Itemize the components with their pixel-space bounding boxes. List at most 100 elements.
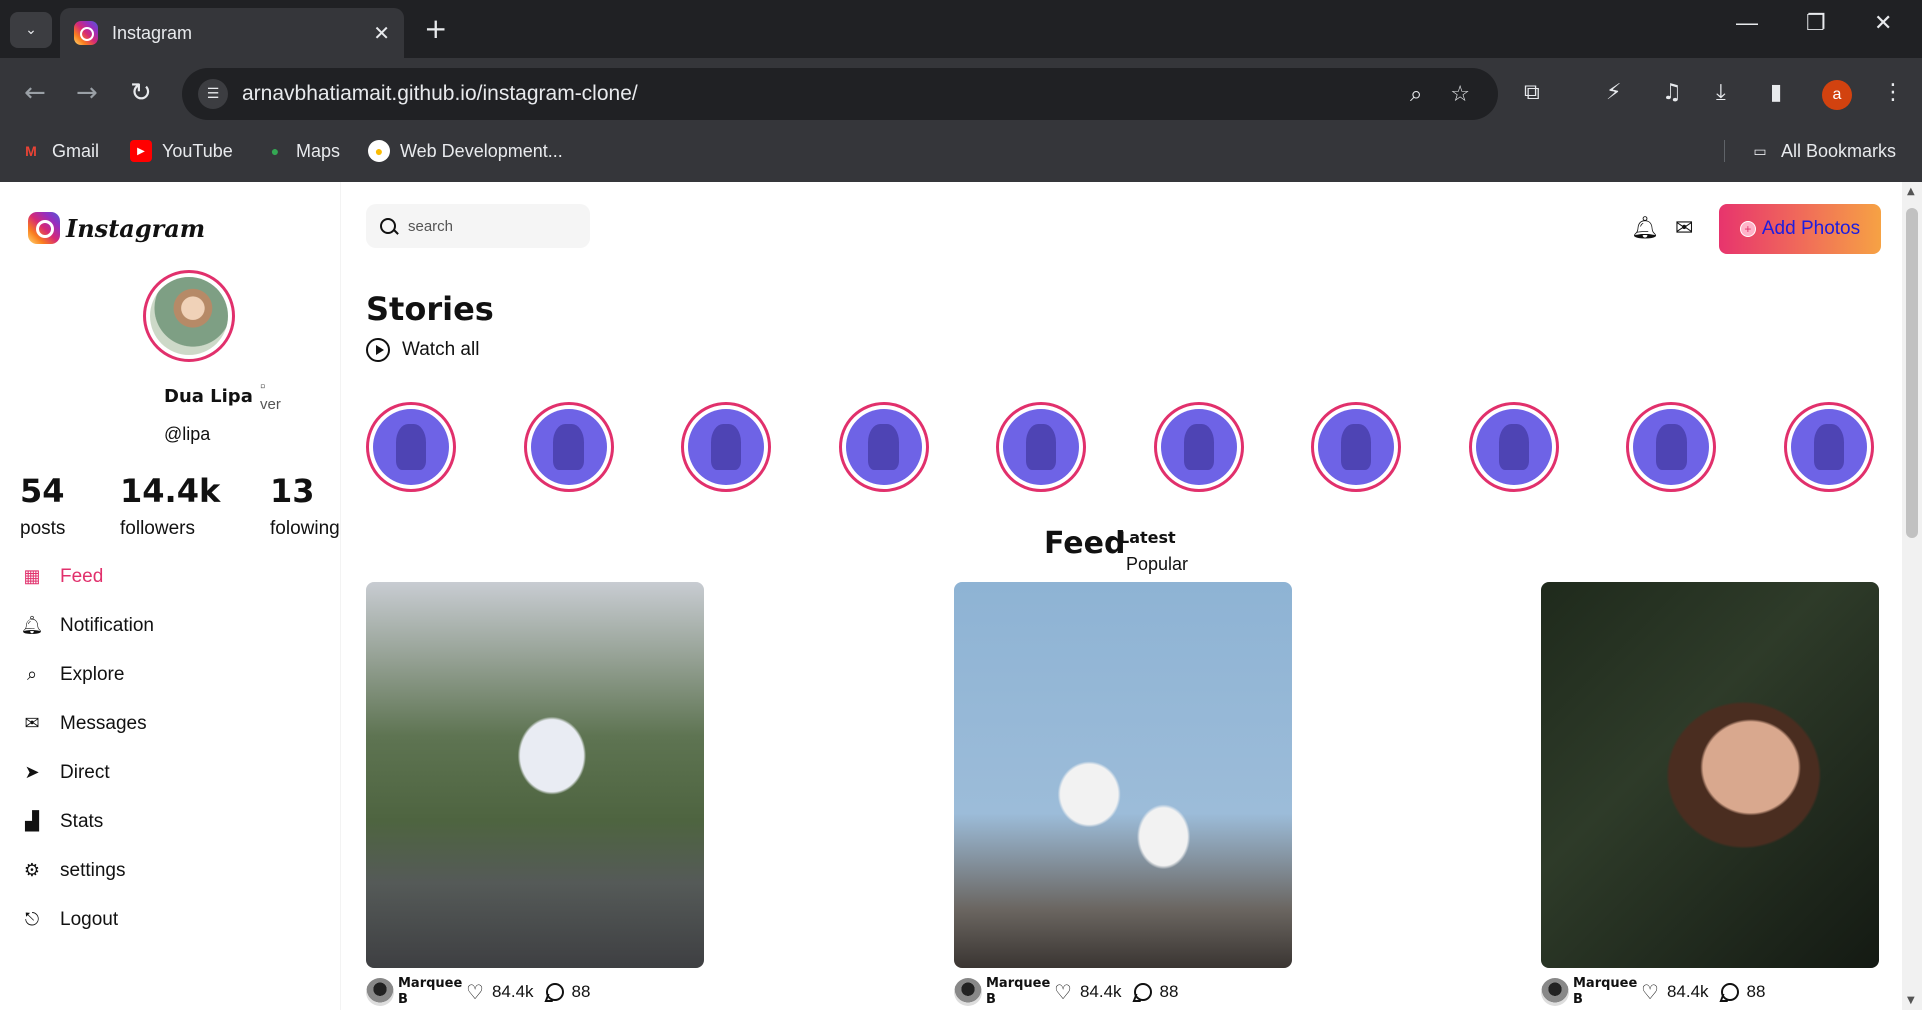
search-input[interactable] <box>408 217 578 235</box>
heart-icon[interactable]: ♡ <box>1054 980 1072 1004</box>
chevron-down-icon: ⌄ <box>25 22 37 38</box>
post-image[interactable] <box>366 582 704 968</box>
download-icon[interactable]: ⤓ <box>1716 80 1726 105</box>
search-box[interactable] <box>366 204 590 248</box>
scroll-thumb[interactable] <box>1906 208 1918 538</box>
bookmark-youtube[interactable]: ▶ YouTube <box>130 140 233 162</box>
bookmark-gmail[interactable]: M Gmail <box>20 140 99 162</box>
avatar[interactable] <box>366 978 394 1006</box>
comment-icon[interactable] <box>1720 983 1739 1001</box>
minimize-button[interactable]: — <box>1736 10 1758 36</box>
story-avatar[interactable] <box>1626 402 1717 492</box>
watch-all-label: Watch all <box>402 339 480 360</box>
story-avatar[interactable] <box>996 402 1087 492</box>
sidebar-item-notification[interactable]: 🔔︎ Notification <box>20 601 154 650</box>
comment-icon[interactable] <box>1133 983 1152 1001</box>
logout-icon: ⎋ <box>24 909 40 929</box>
feed-post[interactable]: Marquee B ♡ 84.4k 88 <box>366 582 704 1008</box>
close-window-button[interactable]: ✕ <box>1874 10 1892 36</box>
profile-photo <box>150 277 228 355</box>
tab-close-icon[interactable]: ✕ <box>373 21 390 45</box>
stories-title: Stories <box>366 290 494 328</box>
tab-search-button[interactable]: ⌄ <box>10 12 52 48</box>
story-photo <box>845 409 922 485</box>
stat-posts: 54 posts <box>20 472 65 540</box>
sidebar-item-stats[interactable]: ▟ Stats <box>20 797 154 846</box>
story-avatar[interactable] <box>681 402 772 492</box>
story-photo <box>530 409 607 485</box>
post-author[interactable]: Marquee B <box>986 976 1056 1008</box>
story-avatar[interactable] <box>523 402 614 492</box>
stat-label: posts <box>20 518 66 539</box>
extensions-icon[interactable]: ⧉ <box>1524 80 1540 105</box>
avatar[interactable] <box>1541 978 1569 1006</box>
story-avatar[interactable] <box>1783 402 1874 492</box>
bookmark-web-development[interactable]: ● Web Development... <box>368 140 563 162</box>
tab-popular[interactable]: Popular <box>1126 554 1188 575</box>
avatar[interactable] <box>954 978 982 1006</box>
address-bar[interactable]: ☰ arnavbhatiamait.github.io/instagram-cl… <box>182 68 1498 120</box>
comment-icon[interactable] <box>545 983 564 1001</box>
all-bookmarks[interactable]: ▭ All Bookmarks <box>1724 140 1896 162</box>
story-avatar[interactable] <box>366 402 456 492</box>
reload-icon[interactable]: ↻ <box>130 78 152 108</box>
sidebar-item-messages[interactable]: ✉ Messages <box>20 699 154 748</box>
mail-icon: ✉ <box>24 713 40 733</box>
url-text[interactable]: arnavbhatiamait.github.io/instagram-clon… <box>242 82 1410 106</box>
main-content: 🔔︎ ✉ + Add Photos Stories Watch all Feed… <box>340 182 1902 1010</box>
bookmark-star-icon[interactable]: ☆ <box>1450 82 1470 107</box>
story-avatar[interactable] <box>838 402 929 492</box>
feed-post[interactable]: Marquee B ♡ 84.4k 88 <box>1541 582 1879 1008</box>
story-photo <box>1633 409 1710 485</box>
post-likes: 84.4k <box>1666 982 1709 1001</box>
watch-all-button[interactable]: Watch all <box>366 338 479 362</box>
sidebar-item-label: Logout <box>60 908 119 930</box>
sidebar-item-logout[interactable]: ⎋ Logout <box>20 895 154 944</box>
scroll-down-icon[interactable]: ▼ <box>1907 995 1915 1006</box>
youtube-icon: ▶ <box>130 140 152 162</box>
stat-followers: 14.4k followers <box>120 472 220 540</box>
menu-dots-icon[interactable]: ⋮ <box>1882 80 1904 105</box>
profile-picture[interactable] <box>143 270 235 362</box>
profile-avatar[interactable]: a <box>1822 80 1852 110</box>
all-bookmarks-label: All Bookmarks <box>1781 140 1897 161</box>
bell-icon[interactable]: 🔔︎ <box>1631 216 1659 241</box>
sidebar-item-explore[interactable]: ⌕ Explore <box>20 650 154 699</box>
add-photos-label: Add Photos <box>1761 218 1861 239</box>
instagram-logo[interactable]: Instagram <box>28 212 205 244</box>
heart-icon[interactable]: ♡ <box>466 980 484 1004</box>
maps-icon: ● <box>270 143 280 159</box>
sidebar-item-settings[interactable]: ⚙ settings <box>20 846 154 895</box>
post-image[interactable] <box>954 582 1292 968</box>
performance-icon[interactable]: ⚡ <box>1606 80 1621 105</box>
story-avatar[interactable] <box>1311 402 1402 492</box>
story-avatar[interactable] <box>1468 402 1559 492</box>
story-photo <box>1160 409 1237 485</box>
feed-post[interactable]: Marquee B ♡ 84.4k 88 <box>954 582 1292 1008</box>
add-photos-button[interactable]: + Add Photos <box>1719 204 1881 254</box>
side-panel-icon[interactable]: ▮ <box>1770 80 1782 105</box>
back-arrow-icon[interactable]: ← <box>24 78 46 108</box>
scroll-up-icon[interactable]: ▲ <box>1907 186 1915 197</box>
bookmark-maps[interactable]: ● Maps <box>264 140 340 162</box>
forward-arrow-icon[interactable]: → <box>76 78 98 108</box>
media-icon[interactable]: ♫ <box>1662 80 1682 105</box>
heart-icon[interactable]: ♡ <box>1641 980 1659 1004</box>
zoom-icon[interactable]: ⌕ <box>1410 82 1422 107</box>
post-author[interactable]: Marquee B <box>398 976 468 1008</box>
sidebar-item-feed[interactable]: ▦ Feed <box>20 552 154 601</box>
page-scrollbar[interactable]: ▲ ▼ <box>1902 182 1922 1010</box>
story-avatar[interactable] <box>1153 402 1244 492</box>
new-tab-button[interactable]: + <box>424 14 447 44</box>
post-image[interactable] <box>1541 582 1879 968</box>
stat-label: followers <box>120 518 195 539</box>
tab-latest[interactable]: Latest <box>1119 528 1176 547</box>
post-author[interactable]: Marquee B <box>1573 976 1643 1008</box>
mail-icon[interactable]: ✉ <box>1675 216 1693 241</box>
restore-button[interactable]: ❐ <box>1806 10 1826 36</box>
site-settings-icon[interactable]: ☰ <box>198 79 228 109</box>
instagram-icon <box>28 212 60 244</box>
tab-strip: ⌄ Instagram ✕ + — ❐ ✕ <box>0 0 1922 58</box>
tab-instagram[interactable]: Instagram ✕ <box>60 8 404 58</box>
sidebar-item-direct[interactable]: ➤ Direct <box>20 748 154 797</box>
